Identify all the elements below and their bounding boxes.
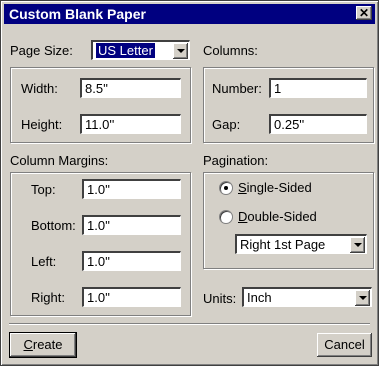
page-size-value: US Letter	[96, 43, 155, 58]
gap-label: Gap:	[212, 117, 241, 132]
units-label: Units:	[203, 291, 237, 306]
window-title: Custom Blank Paper	[9, 6, 146, 22]
margin-left-label: Left:	[31, 254, 57, 269]
close-icon: ✕	[358, 6, 370, 20]
margin-top-field[interactable]: 1.0''	[82, 179, 181, 199]
cancel-button[interactable]: Cancel	[317, 333, 372, 357]
margin-bottom-label: Bottom:	[31, 218, 76, 233]
page-size-label: Page Size:	[10, 43, 73, 58]
divider	[9, 323, 370, 325]
double-sided-label[interactable]: Double-Sided	[238, 209, 317, 224]
custom-blank-paper-dialog: Custom Blank Paper ✕ Page Size: US Lette…	[0, 0, 379, 366]
first-page-value: Right 1st Page	[240, 237, 326, 252]
margin-left-field[interactable]: 1.0''	[82, 251, 181, 271]
margin-top-label: Top:	[31, 182, 56, 197]
number-label: Number:	[212, 81, 262, 96]
chevron-down-icon[interactable]	[173, 43, 188, 59]
double-sided-radio[interactable]	[219, 210, 233, 224]
margin-right-field[interactable]: 1.0''	[82, 287, 181, 307]
margin-bottom-field[interactable]: 1.0''	[82, 215, 181, 235]
single-sided-label[interactable]: Single-Sided	[238, 180, 312, 195]
units-select[interactable]: Inch	[242, 287, 372, 307]
single-sided-radio[interactable]	[219, 181, 233, 195]
column-margins-label: Column Margins:	[10, 153, 109, 168]
width-field[interactable]: 8.5''	[80, 78, 181, 98]
width-label: Width:	[21, 81, 58, 96]
create-button[interactable]: Create	[9, 332, 77, 358]
first-page-select[interactable]: Right 1st Page	[235, 234, 367, 254]
gap-field[interactable]: 0.25''	[269, 114, 367, 134]
margin-right-label: Right:	[31, 290, 65, 305]
columns-label: Columns:	[203, 43, 258, 58]
height-field[interactable]: 11.0''	[80, 114, 181, 134]
number-field[interactable]: 1	[269, 78, 367, 98]
page-size-select[interactable]: US Letter	[91, 40, 190, 60]
units-value: Inch	[247, 290, 272, 305]
height-label: Height:	[21, 117, 63, 132]
close-button[interactable]: ✕	[356, 6, 372, 20]
title-bar[interactable]: Custom Blank Paper ✕	[4, 4, 375, 24]
chevron-down-icon[interactable]	[350, 237, 365, 253]
chevron-down-icon[interactable]	[355, 290, 370, 306]
pagination-label: Pagination:	[203, 153, 269, 168]
